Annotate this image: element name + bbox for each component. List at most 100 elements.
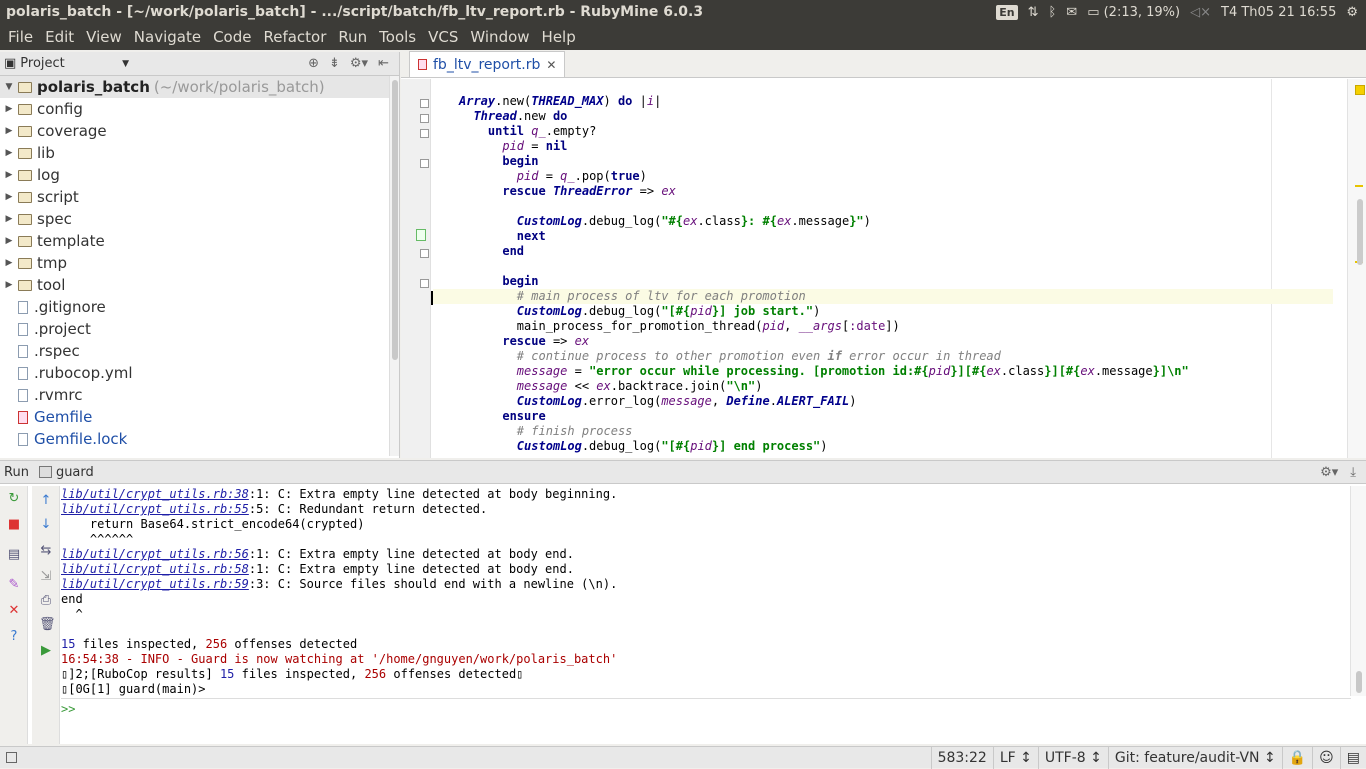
collapsed-arrow-icon[interactable]: ▶ <box>0 214 18 224</box>
lock-icon[interactable]: 🔒 <box>1281 746 1312 769</box>
tree-folder-template[interactable]: ▶ template <box>0 230 399 252</box>
project-view-selector[interactable]: ▣ Project ▼ <box>4 56 129 71</box>
tree-folder-coverage[interactable]: ▶ coverage <box>0 120 399 142</box>
scroll-to-end-icon[interactable]: ⇲ <box>39 570 53 584</box>
tree-folder-tmp[interactable]: ▶ tmp <box>0 252 399 274</box>
tree-root[interactable]: ▼ polaris_batch (~/work/polaris_batch) <box>0 76 399 98</box>
scroll-from-source-icon[interactable]: ⊕ <box>308 56 319 71</box>
menu-help[interactable]: Help <box>536 28 582 46</box>
tree-file-rspec[interactable]: .rspec <box>0 340 399 362</box>
tree-folder-lib[interactable]: ▶ lib <box>0 142 399 164</box>
code-line: Thread.new do <box>473 109 568 123</box>
menu-vcs[interactable]: VCS <box>422 28 464 46</box>
fold-marker-icon[interactable] <box>420 249 429 258</box>
pin-icon[interactable]: ✎ <box>7 578 21 592</box>
tree-folder-spec[interactable]: ▶ spec <box>0 208 399 230</box>
tree-file-gemfile[interactable]: Gemfile <box>0 406 399 428</box>
collapsed-arrow-icon[interactable]: ▶ <box>0 104 18 114</box>
collapsed-arrow-icon[interactable]: ▶ <box>0 258 18 268</box>
restore-layout-icon[interactable]: ▤ <box>7 548 21 562</box>
mail-icon[interactable]: ✉ <box>1066 5 1077 20</box>
rerun-icon[interactable]: ↻ <box>7 492 21 506</box>
ubuntu-top-panel: polaris_batch - [~/work/polaris_batch] -… <box>0 0 1366 24</box>
close-icon[interactable]: ✕ <box>7 604 21 618</box>
tree-folder-tool[interactable]: ▶ tool <box>0 274 399 296</box>
menu-view[interactable]: View <box>80 28 128 46</box>
fold-marker-icon[interactable] <box>420 129 429 138</box>
menu-code[interactable]: Code <box>207 28 257 46</box>
collapsed-arrow-icon[interactable]: ▶ <box>0 170 18 180</box>
console-scrollbar[interactable] <box>1350 486 1366 696</box>
menu-edit[interactable]: Edit <box>39 28 80 46</box>
arrow-up-icon[interactable]: ↑ <box>39 494 53 508</box>
soft-wrap-icon[interactable]: ⇆ <box>39 544 53 558</box>
tree-folder-script[interactable]: ▶ script <box>0 186 399 208</box>
warning-stripe[interactable] <box>1355 185 1363 187</box>
print-icon[interactable]: ⎙ <box>39 594 53 608</box>
collapsed-arrow-icon[interactable]: ▶ <box>0 126 18 136</box>
fold-marker-icon[interactable] <box>420 159 429 168</box>
tree-file-rubocop[interactable]: .rubocop.yml <box>0 362 399 384</box>
collapse-all-icon[interactable]: ⇟ <box>329 56 340 71</box>
editor-scrollbar-thumb[interactable] <box>1357 199 1363 265</box>
console-scrollbar-thumb[interactable] <box>1356 671 1362 693</box>
inspection-status-icon[interactable] <box>1355 85 1365 95</box>
tree-file-project[interactable]: .project <box>0 318 399 340</box>
tree-file-rvmrc[interactable]: .rvmrc <box>0 384 399 406</box>
inspector-icon[interactable]: ☺ <box>1312 746 1340 769</box>
tree-folder-config[interactable]: ▶ config <box>0 98 399 120</box>
gear-icon[interactable]: ⚙▾ <box>350 56 368 71</box>
clear-all-icon[interactable]: 🗑 <box>39 618 56 632</box>
collapsed-arrow-icon[interactable]: ▶ <box>0 236 18 246</box>
encoding-selector[interactable]: UTF-8 ↕ <box>1037 746 1108 769</box>
console-output[interactable]: lib/util/crypt_utils.rb:38:1: C: Extra e… <box>61 487 1351 697</box>
menu-tools[interactable]: Tools <box>373 28 422 46</box>
event-log-icon[interactable]: ▤ <box>1339 746 1366 769</box>
hide-panel-icon[interactable]: ⇤ <box>378 56 389 71</box>
menu-refactor[interactable]: Refactor <box>257 28 332 46</box>
collapsed-arrow-icon[interactable]: ▶ <box>0 192 18 202</box>
project-scrollbar[interactable] <box>389 76 399 456</box>
menu-run[interactable]: Run <box>332 28 373 46</box>
tool-windows-toggle-icon[interactable] <box>6 752 17 763</box>
console-input[interactable]: >> <box>61 698 1351 744</box>
caret-position[interactable]: 583:22 <box>930 746 993 769</box>
run-icon[interactable]: ▶ <box>39 644 53 658</box>
tree-folder-log[interactable]: ▶ log <box>0 164 399 186</box>
arrow-down-icon[interactable]: ↓ <box>39 518 53 532</box>
battery-indicator[interactable]: ▭ (2:13, 19%) <box>1087 5 1180 20</box>
line-separator-selector[interactable]: LF ↕ <box>992 746 1038 769</box>
menu-navigate[interactable]: Navigate <box>128 28 207 46</box>
editor-tab[interactable]: fb_ltv_report.rb ✕ <box>409 51 566 77</box>
git-branch-selector[interactable]: Git: feature/audit-VN ↕ <box>1107 746 1282 769</box>
fold-marker-icon[interactable] <box>420 114 429 123</box>
stop-icon[interactable]: ■ <box>7 518 21 532</box>
editor-gutter[interactable] <box>401 79 431 458</box>
console-line: 15 files inspected, 256 offenses detecte… <box>61 637 358 651</box>
menu-window[interactable]: Window <box>464 28 535 46</box>
editor-scrollbar[interactable] <box>1347 79 1366 458</box>
vcs-change-marker[interactable] <box>416 229 426 241</box>
keyboard-language-indicator[interactable]: En <box>996 4 1018 20</box>
collapsed-arrow-icon[interactable]: ▶ <box>0 148 18 158</box>
fold-marker-icon[interactable] <box>420 99 429 108</box>
collapsed-arrow-icon[interactable]: ▶ <box>0 280 18 290</box>
system-settings-icon[interactable]: ⚙ <box>1346 5 1358 20</box>
run-config-tab[interactable]: guard <box>56 465 94 480</box>
clock[interactable]: T4 Th05 21 16:55 <box>1221 5 1336 20</box>
close-tab-icon[interactable]: ✕ <box>546 58 556 72</box>
code-editor[interactable]: Array.new(THREAD_MAX) do |i| Thread.new … <box>433 94 1333 454</box>
help-icon[interactable]: ? <box>7 630 21 644</box>
menu-file[interactable]: File <box>2 28 39 46</box>
project-scrollbar-thumb[interactable] <box>392 80 398 360</box>
volume-muted-icon[interactable]: ◁× <box>1190 5 1211 20</box>
expanded-arrow-icon[interactable]: ▼ <box>0 82 18 92</box>
fold-marker-icon[interactable] <box>420 279 429 288</box>
bluetooth-icon[interactable]: ᛒ <box>1048 5 1056 20</box>
hide-panel-icon[interactable]: ⤓ <box>1350 465 1356 480</box>
tree-file-gemfile-lock[interactable]: Gemfile.lock <box>0 428 399 450</box>
tree-file-gitignore[interactable]: .gitignore <box>0 296 399 318</box>
network-icon[interactable]: ⇅ <box>1028 5 1039 20</box>
gear-icon[interactable]: ⚙▾ <box>1320 465 1338 480</box>
